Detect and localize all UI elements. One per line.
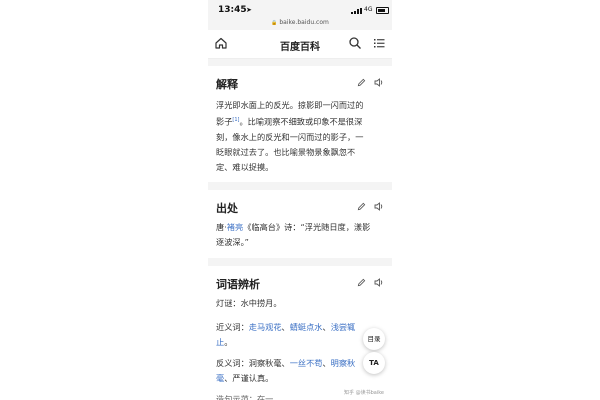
text-line: 定、难以捉摸。 (216, 161, 274, 172)
phone-screen: 13:45 ➤ 4G 🔒 baike.baidu.com 百度百科 解释 浮光即… (208, 0, 392, 400)
address-bar[interactable]: 🔒 baike.baidu.com (208, 19, 392, 26)
url-text: baike.baidu.com (279, 19, 329, 26)
site-header: 百度百科 (208, 30, 392, 59)
status-bar: 13:45 ➤ 4G 🔒 baike.baidu.com (208, 0, 392, 30)
speaker-icon[interactable] (374, 202, 384, 211)
watermark: 知乎 @读书baike (344, 390, 385, 396)
text-line: 眨眼就过去了。也比喻景物景象飘忽不 (216, 146, 356, 157)
network-type: 4G (364, 6, 373, 13)
antonym-link[interactable]: 一丝不苟 (290, 358, 323, 368)
text-span: 近义词： (216, 322, 249, 332)
location-arrow-icon: ➤ (246, 6, 252, 14)
synonym-link[interactable]: 止 (216, 337, 224, 347)
ta-button[interactable]: TA (363, 352, 385, 374)
menu-icon[interactable] (372, 36, 386, 50)
section-source: 出处 唐·褚亮《临高台》诗：“浮光随日度，漾影 逐波深。” (208, 190, 392, 258)
site-title: 百度百科 (280, 42, 320, 53)
text-line: 唐·褚亮《临高台》诗：“浮光随日度，漾影 (216, 220, 386, 235)
explain-text: 浮光即水面上的反光。掠影即一闪而过的 影子[1]。比喻观察不细致或印象不是很深 … (216, 98, 386, 175)
section-explain: 解释 浮光即水面上的反光。掠影即一闪而过的 影子[1]。比喻观察不细致或印象不是… (208, 66, 392, 182)
text-line: 影子[1]。比喻观察不细致或印象不是很深 (216, 113, 386, 130)
text-line: 毫、严谨认真。 (216, 371, 386, 386)
text-span: 。比喻观察不细致或印象不是很深 (239, 116, 363, 127)
text-span: 影子 (216, 116, 233, 127)
text-span: 、 (281, 322, 290, 332)
section-title: 出处 (216, 202, 238, 215)
antonym-link[interactable]: 毫 (216, 373, 224, 383)
text-line: 刻，像水上的反光和一闪而过的影子，一 (216, 131, 364, 142)
text-span: 反义词：洞察秋毫、 (216, 358, 290, 368)
speaker-icon[interactable] (374, 278, 384, 287)
text-line: 近义词：走马观花、蜻蜓点水、浅尝辄 (216, 320, 386, 335)
text-span: 诗：“浮光随日度，漾影 (284, 222, 371, 232)
text-span: 。 (224, 337, 233, 347)
text-span: 《临高台》 (243, 222, 285, 232)
text-span: 、 (322, 322, 331, 332)
antonyms-text: 反义词：洞察秋毫、一丝不苟、明察秋 毫、严谨认真。 (216, 356, 386, 386)
battery-icon (376, 7, 389, 14)
text-span: 唐· (216, 222, 227, 232)
signal-icon (351, 8, 362, 14)
antonym-link[interactable]: 明察秋 (331, 358, 356, 368)
synonym-link[interactable]: 浅尝辄 (331, 322, 356, 332)
text-span: 、严谨认真。 (224, 373, 274, 383)
text-line: 逐波深。” (216, 237, 249, 247)
lock-icon: 🔒 (271, 20, 278, 26)
speaker-icon[interactable] (374, 78, 384, 87)
edit-icon[interactable] (357, 278, 366, 287)
synonym-link[interactable]: 蜻蜓点水 (290, 322, 323, 332)
section-title: 解释 (216, 78, 238, 91)
synonym-link[interactable]: 走马观花 (249, 322, 282, 332)
section-title: 词语辨析 (216, 278, 260, 291)
text-line: 浮光即水面上的反光。掠影即一闪而过的 (216, 100, 364, 110)
text-line: 反义词：洞察秋毫、一丝不苟、明察秋 (216, 356, 386, 371)
riddle-text: 灯谜：水中捞月。 (216, 298, 282, 308)
edit-icon[interactable] (357, 78, 366, 87)
synonyms-text: 近义词：走马观花、蜻蜓点水、浅尝辄 止。 (216, 320, 386, 350)
text-line: 止。 (216, 335, 386, 350)
status-time: 13:45 (218, 5, 247, 15)
text-span: 、 (322, 358, 331, 368)
source-text: 唐·褚亮《临高台》诗：“浮光随日度，漾影 逐波深。” (216, 220, 386, 250)
search-icon[interactable] (348, 36, 362, 50)
edit-icon[interactable] (357, 202, 366, 211)
author-link[interactable]: 褚亮 (227, 222, 243, 232)
toc-button[interactable]: 目录 (363, 328, 385, 350)
